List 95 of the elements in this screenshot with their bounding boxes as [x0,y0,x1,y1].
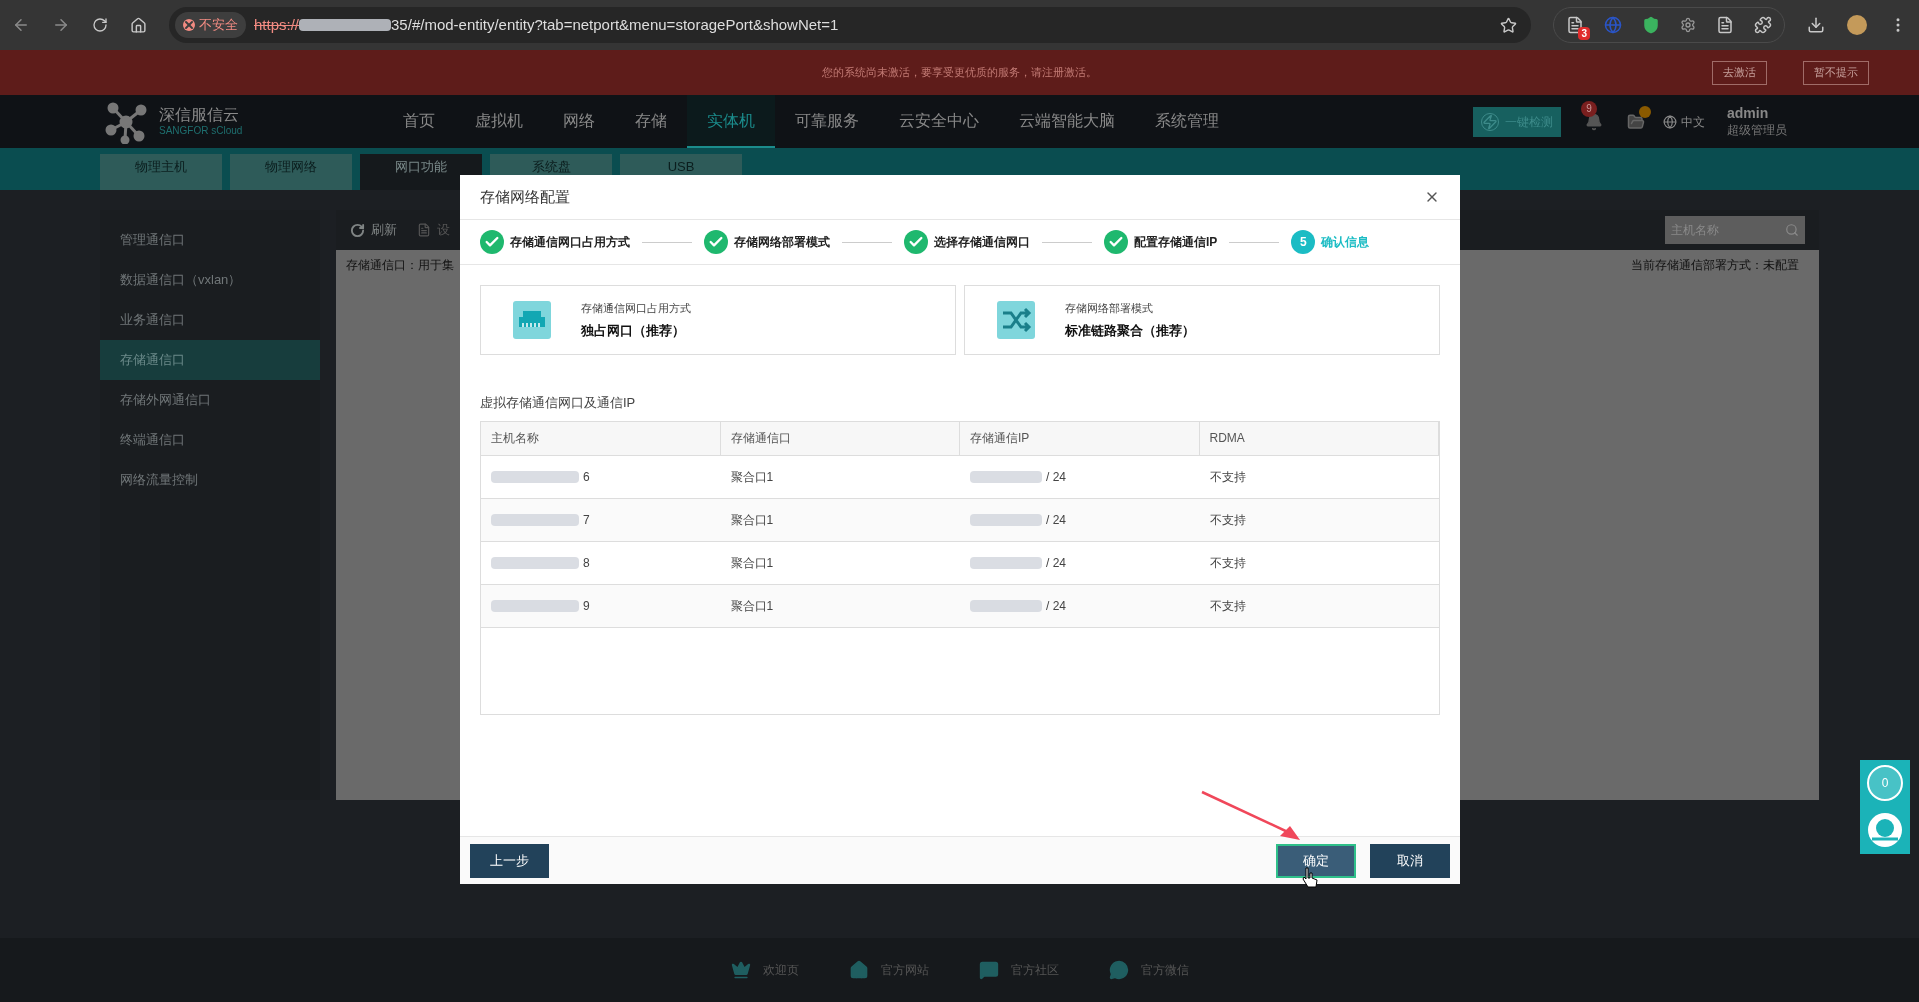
reload-icon[interactable] [92,17,108,33]
sidebar-item[interactable]: 存储外网通信口 [100,380,320,420]
step-label: 选择存储通信网口 [934,234,1030,251]
extensions-icon[interactable] [1754,16,1772,34]
forward-icon[interactable] [52,16,70,34]
shuffle-icon [997,301,1035,339]
brand-subtitle: SANGFOR sCloud [159,125,243,138]
card-value: 标准链路聚合（推荐） [1065,321,1195,340]
redaction-blur [970,599,1042,612]
column-header: 存储通信口 [720,421,960,455]
nav-tab[interactable]: 实体机 [687,95,775,148]
language-label[interactable]: 中文 [1681,112,1705,131]
lightning-icon [1481,112,1499,131]
url-scheme: https:// [254,14,300,35]
chat-bubbles-icon [1108,960,1129,980]
table-cell-text: 不支持 [1209,468,1246,486]
banner-message: 您的系统尚未激活，要享受更优质的服务，请注册激活。 [822,65,1097,81]
back-icon[interactable] [12,16,30,34]
address-bar[interactable]: 不安全 https:// 35/#/mod-entity/entity?tab=netport&menu=storagePort&showNet=1 [169,7,1531,43]
table-cell-text: 聚合口1 [730,468,774,486]
banner-button[interactable]: 去激活 [1712,60,1767,85]
table-cell-text: 9 [583,597,590,615]
sidebar-item[interactable]: 网络流量控制 [100,460,320,500]
url-text: 35/#/mod-entity/entity?tab=netport&menu=storagePort&showNet=1 [391,14,839,35]
confirm-button[interactable]: 确定 [1276,843,1356,878]
table-cell-text: 不支持 [1209,597,1246,615]
column-header: 主机名称 [481,421,721,455]
redaction-blur [970,470,1042,483]
user-name[interactable]: admin [1727,105,1787,123]
deploy-status-text: 当前存储通信部署方式：未配置 [1631,257,1799,274]
shared-folder-icon[interactable] [1627,112,1645,131]
chat-icon [978,960,999,980]
table-title: 虚拟存储通信网口及通信IP [480,394,637,412]
subtab[interactable]: 网口功能 [360,154,482,190]
table-cell-text: 6 [583,468,590,486]
table-cell-text: 8 [583,554,590,572]
warning-icon [183,19,195,31]
download-icon[interactable] [1807,16,1825,34]
notification-badge: 9 [1581,100,1597,117]
sidebar-item[interactable]: 终端通信口 [100,420,320,460]
step-label: 存储通信网口占用方式 [510,234,630,251]
table-cell-text: / 24 [1046,468,1066,486]
nav-tab[interactable]: 虚拟机 [455,95,543,148]
nav-tab[interactable]: 云安全中心 [879,95,999,148]
refresh-button[interactable]: 刷新 [350,220,397,240]
step-label: 存储网络部署模式 [734,234,830,251]
card-caption: 存储通信网口占用方式 [581,301,691,316]
sidebar-item[interactable]: 管理通信口 [100,220,320,260]
sidebar-item[interactable]: 数据通信口（vxlan） [100,260,320,300]
table-cell-text: / 24 [1046,554,1066,572]
sidebar-item[interactable]: 业务通信口 [100,300,320,340]
cancel-button[interactable]: 取消 [1370,843,1450,878]
table-cell-text: 不支持 [1209,511,1246,529]
network-port-icon [513,301,551,339]
step-label: 配置存储通信IP [1134,234,1218,251]
nav-tab[interactable]: 首页 [383,95,455,148]
brand-name: 深信服信云 [159,105,240,126]
security-chip[interactable]: 不安全 [175,12,246,38]
card-caption: 存储网络部署模式 [1065,301,1154,316]
nav-tab[interactable]: 可靠服务 [775,95,879,148]
document-icon[interactable] [1716,16,1734,34]
extension-badge: 3 [1578,27,1590,40]
home-icon[interactable] [130,16,147,34]
nav-tab[interactable]: 网络 [543,95,615,148]
card-value: 独占网口（推荐） [581,321,686,340]
table-cell-text: 聚合口1 [730,597,774,615]
table-cell-text: / 24 [1046,597,1066,615]
step-number: 5 [1291,230,1316,254]
user-role: 超级管理员 [1727,122,1787,138]
table-cell-text: 不支持 [1209,554,1246,572]
table-cell-text: 聚合口1 [730,554,774,572]
banner-button[interactable]: 暂不提示 [1803,60,1869,85]
profile-avatar[interactable] [1847,15,1867,35]
column-header: RDMA [1199,421,1439,455]
bookmark-star-icon[interactable] [1500,16,1517,34]
table-cell-text: 聚合口1 [730,511,774,529]
count-badge: 0 [1867,765,1903,801]
table-cell-text: 7 [583,511,590,529]
column-header: 存储通信IP [960,421,1200,455]
home-icon [848,960,869,980]
redaction-blur [970,513,1042,526]
bell-icon[interactable] [1585,112,1603,131]
step-label: 确认信息 [1321,234,1370,251]
nav-tab[interactable]: 系统管理 [1135,95,1239,148]
back-button[interactable]: 上一步 [470,843,549,878]
crown-icon [730,960,751,980]
globe-icon[interactable] [1663,114,1677,129]
table-cell-text: / 24 [1046,511,1066,529]
nav-tab[interactable]: 存储 [615,95,687,148]
sidebar-item[interactable]: 存储通信口 [100,340,320,380]
redaction-blur [970,556,1042,569]
nav-tab[interactable]: 云端智能大脑 [999,95,1135,148]
description-text: 存储通信口：用于集 [346,257,454,274]
refresh-icon [350,222,365,238]
shield-icon[interactable] [1642,16,1660,34]
